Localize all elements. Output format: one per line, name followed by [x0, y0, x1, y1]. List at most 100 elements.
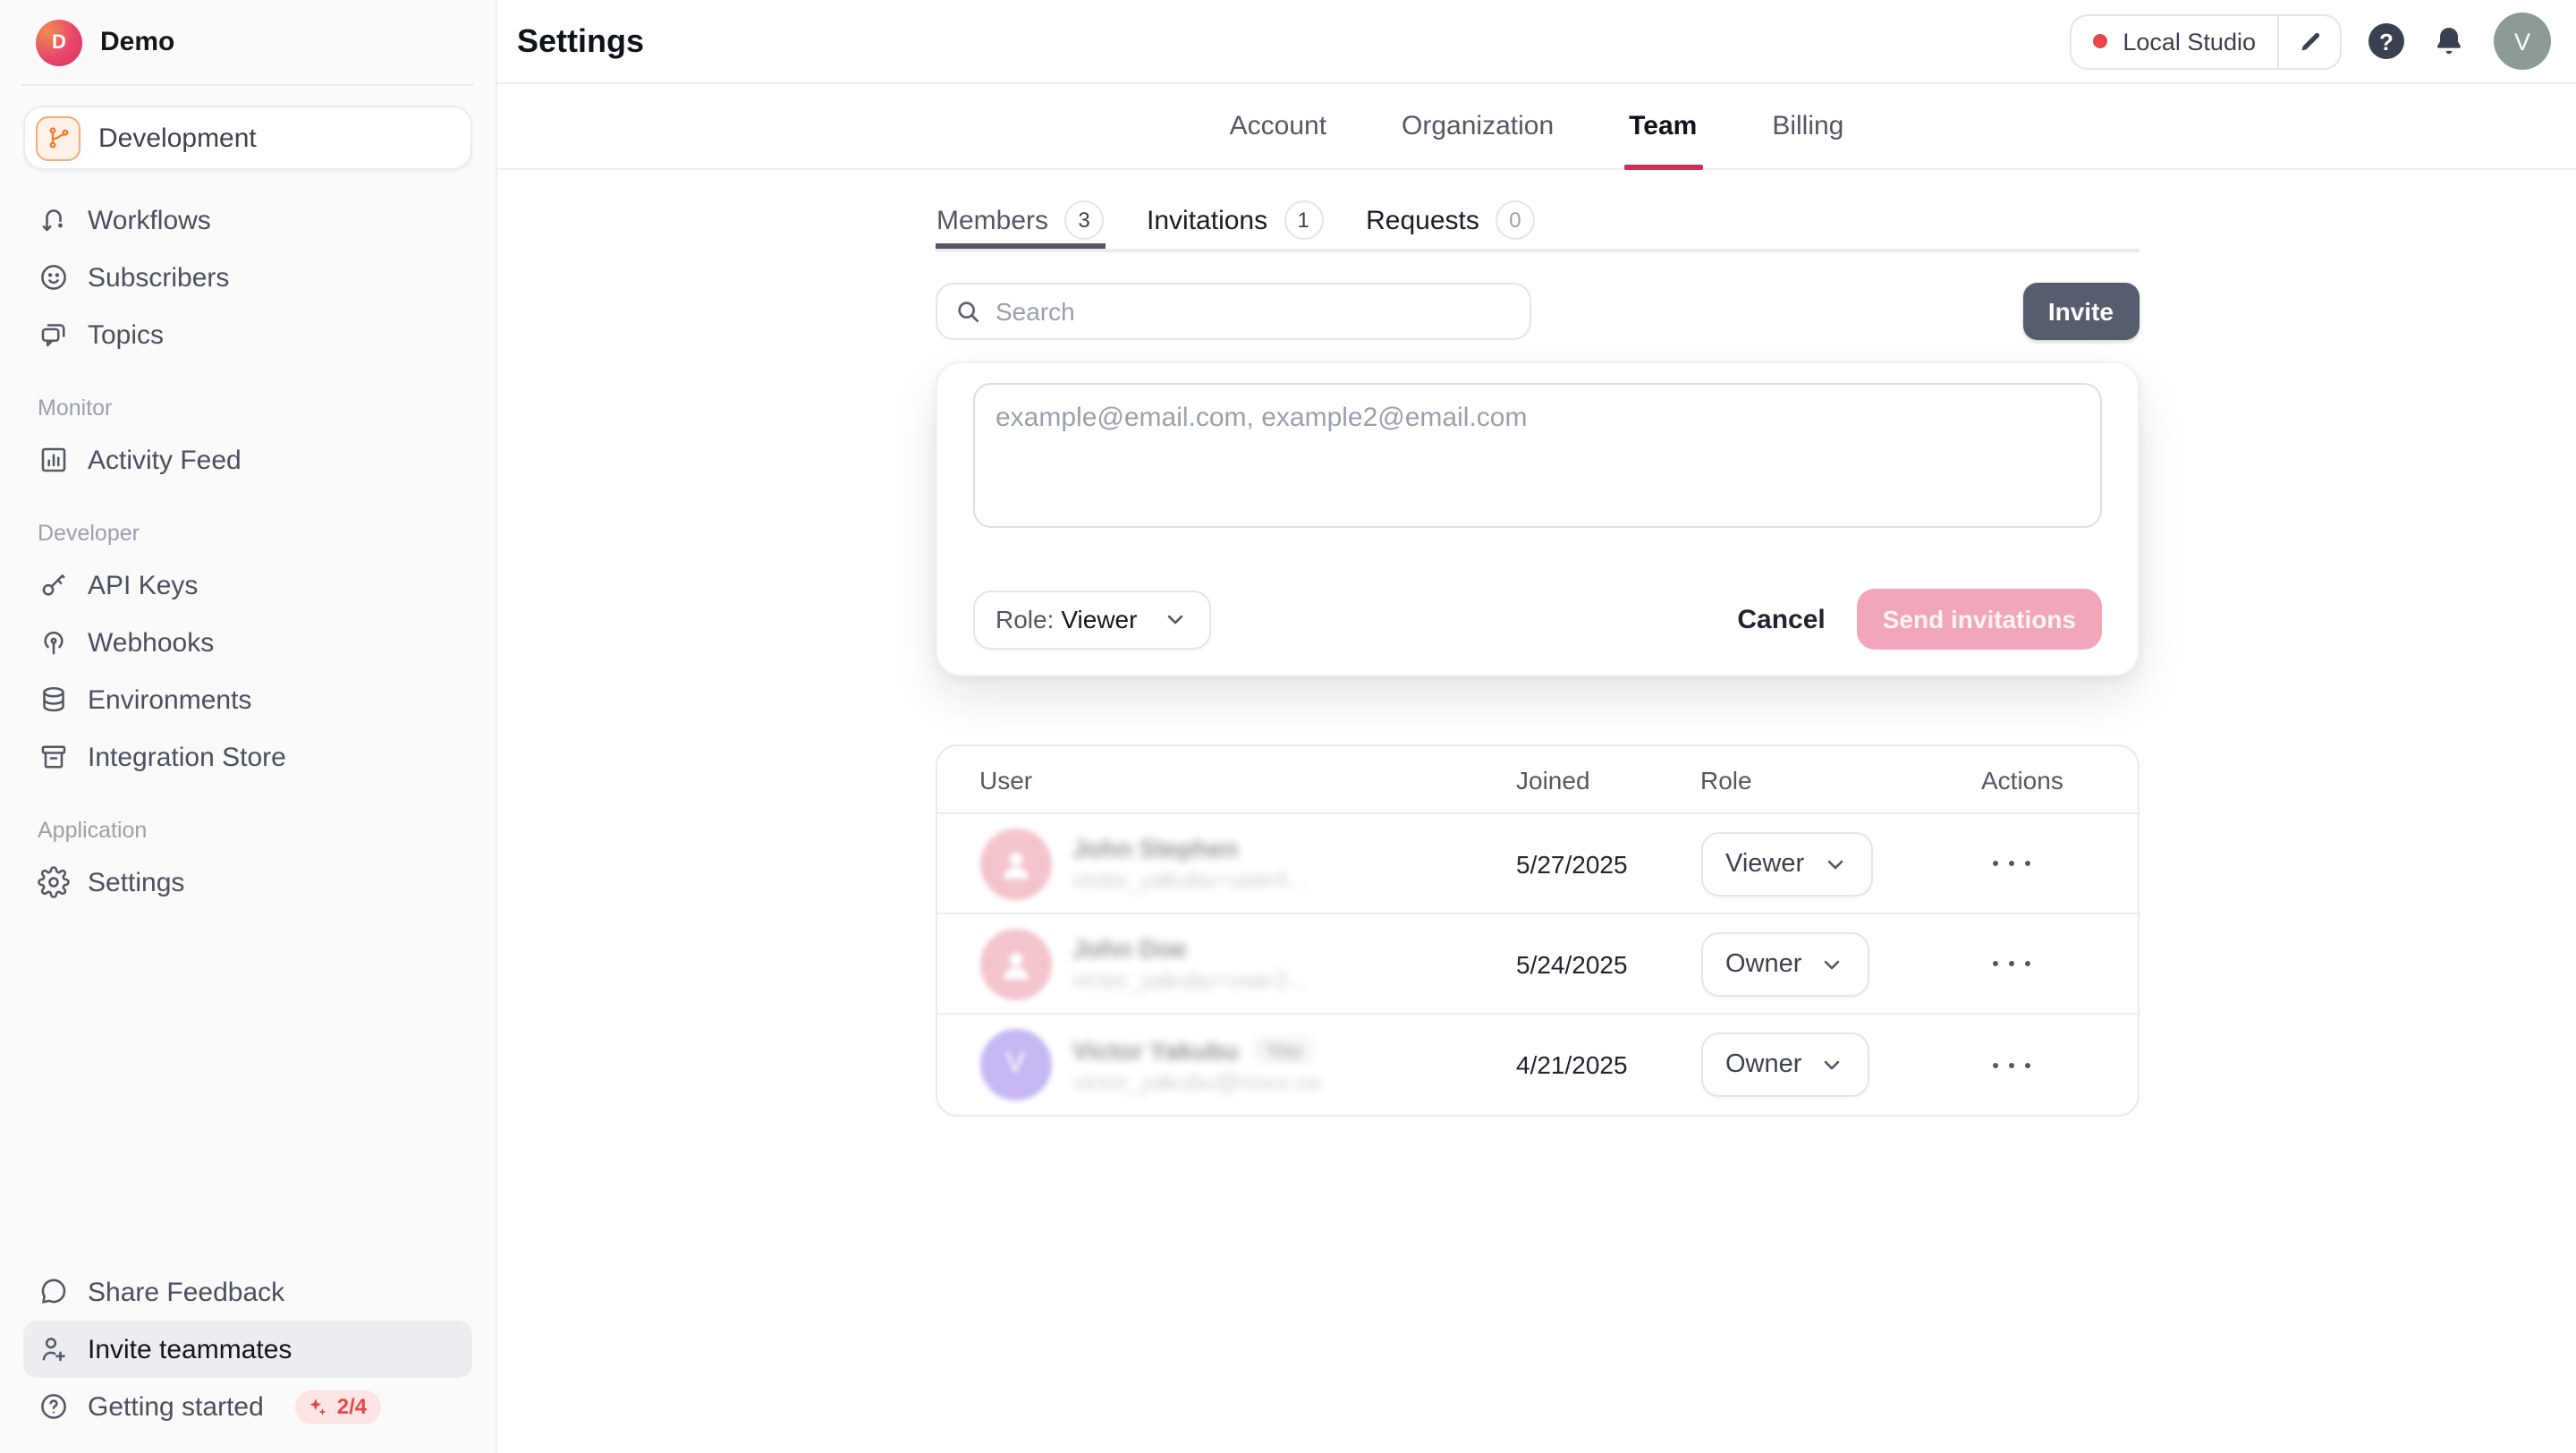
sidebar-item-invite-teammates[interactable]: Invite teammates	[23, 1321, 472, 1378]
status-dot	[2092, 34, 2106, 48]
member-avatar	[979, 828, 1051, 899]
sidebar-item-subscribers[interactable]: Subscribers	[23, 249, 472, 306]
actions-cell	[1981, 950, 2094, 977]
members-count-badge: 3	[1064, 200, 1104, 240]
environment-switcher[interactable]: Development	[23, 106, 472, 170]
tab-team[interactable]: Team	[1629, 84, 1697, 168]
chat-bubbles-icon	[38, 319, 70, 351]
settings-tabs: Account Organization Team Billing	[497, 84, 2576, 170]
org-switcher[interactable]: D Demo	[23, 0, 472, 84]
column-actions: Actions	[1981, 765, 2094, 794]
row-actions-button[interactable]	[1985, 850, 2037, 877]
chevron-down-icon	[1162, 607, 1187, 632]
local-studio-control: Local Studio	[2069, 13, 2342, 69]
joined-date: 5/24/2025	[1516, 949, 1700, 978]
sidebar-item-label: Activity Feed	[88, 445, 242, 475]
section-label-monitor: Monitor	[23, 392, 472, 424]
sidebar-item-topics[interactable]: Topics	[23, 306, 472, 363]
table-header: User Joined Role Actions	[936, 746, 2137, 814]
search-field	[935, 283, 1530, 340]
actions-cell	[1981, 850, 2094, 877]
local-studio-button[interactable]: Local Studio	[2071, 15, 2277, 67]
subtab-invitations[interactable]: Invitations 1	[1145, 191, 1325, 249]
edit-button[interactable]	[2279, 15, 2340, 67]
members-table: User Joined Role Actions	[935, 744, 2139, 1117]
sidebar-item-share-feedback[interactable]: Share Feedback	[23, 1263, 472, 1321]
tab-label: Organization	[1402, 111, 1554, 141]
sidebar-item-workflows[interactable]: Workflows	[23, 191, 472, 249]
subtab-members[interactable]: Members 3	[935, 191, 1106, 249]
invitations-count-badge: 1	[1284, 200, 1323, 240]
column-user: User	[979, 765, 1516, 794]
tab-billing[interactable]: Billing	[1772, 84, 1843, 168]
sidebar-item-api-keys[interactable]: API Keys	[23, 557, 472, 614]
invite-button[interactable]: Invite	[2023, 283, 2139, 340]
sidebar-item-environments[interactable]: Environments	[23, 671, 472, 728]
role-value: Viewer	[1061, 605, 1137, 633]
main-area: Settings Local Studio ?	[497, 0, 2576, 1453]
member-name: John Stephen	[1072, 834, 1238, 862]
send-invitations-button[interactable]: Send invitations	[1858, 589, 2101, 650]
sidebar-item-getting-started[interactable]: Getting started 2/4	[23, 1378, 472, 1435]
sidebar-item-settings[interactable]: Settings	[23, 854, 472, 911]
user-cell: John Doe victor_yakubu+user2...	[979, 928, 1516, 999]
chevron-down-icon	[1819, 951, 1844, 976]
subtab-requests[interactable]: Requests 0	[1364, 191, 1537, 249]
user-identity: John Doe victor_yakubu+user2...	[1072, 934, 1307, 993]
tab-organization[interactable]: Organization	[1402, 84, 1554, 168]
broadcast-icon	[38, 626, 70, 659]
table-row: V Victor Yakubu You victor_yakubu@novu.c…	[936, 1015, 2137, 1115]
member-email: victor_yakubu+user4...	[1072, 866, 1307, 893]
route-icon	[38, 204, 70, 236]
role-dropdown[interactable]: Role: Viewer	[972, 590, 1210, 649]
team-subtabs: Members 3 Invitations 1 Requests 0	[935, 191, 2139, 252]
person-icon	[996, 844, 1035, 883]
page-title: Settings	[517, 22, 644, 60]
section-label-developer: Developer	[23, 517, 472, 549]
sidebar-item-webhooks[interactable]: Webhooks	[23, 614, 472, 671]
app-window: D Demo Development Workflows	[0, 0, 2576, 1453]
sidebar-footer: Share Feedback Invite teammates Getting …	[23, 1263, 472, 1453]
sidebar-item-integration-store[interactable]: Integration Store	[23, 728, 472, 786]
row-actions-button[interactable]	[1985, 1051, 2037, 1078]
environment-label: Development	[98, 123, 257, 153]
actions-cell	[1981, 1051, 2094, 1078]
members-toolbar: Invite	[935, 283, 2139, 340]
user-identity: John Stephen victor_yakubu+user4...	[1072, 834, 1307, 893]
cancel-button[interactable]: Cancel	[1730, 604, 1832, 634]
invite-emails-input[interactable]	[972, 383, 2101, 528]
database-icon	[38, 684, 70, 716]
sidebar: D Demo Development Workflows	[0, 0, 497, 1453]
sidebar-nav-main: Workflows Subscribers Topics	[23, 191, 472, 363]
bar-chart-icon	[38, 444, 70, 476]
dots-icon	[1992, 1062, 1997, 1067]
member-avatar	[979, 928, 1051, 999]
local-studio-label: Local Studio	[2123, 28, 2256, 55]
sidebar-item-label: Workflows	[88, 205, 211, 235]
pencil-icon	[2296, 28, 2323, 55]
chevron-down-icon	[1819, 1052, 1844, 1077]
progress-count: 2/4	[337, 1394, 367, 1419]
notifications-button[interactable]	[2431, 23, 2467, 59]
tab-account[interactable]: Account	[1230, 84, 1326, 168]
member-role-dropdown[interactable]: Owner	[1700, 1032, 1869, 1097]
team-content: Members 3 Invitations 1 Requests 0	[935, 170, 2139, 1117]
avatar-initial: V	[2514, 28, 2530, 55]
member-role-dropdown[interactable]: Owner	[1700, 931, 1869, 996]
org-avatar: D	[36, 19, 82, 65]
sidebar-nav-monitor: Activity Feed	[23, 431, 472, 489]
sidebar-item-activity-feed[interactable]: Activity Feed	[23, 431, 472, 489]
sidebar-item-label: Topics	[88, 319, 164, 350]
person-icon	[996, 944, 1035, 983]
chat-bubble-icon	[38, 1276, 70, 1308]
user-avatar[interactable]: V	[2494, 13, 2551, 70]
invite-popover: Role: Viewer Cancel Send invitations	[935, 361, 2139, 676]
search-input[interactable]	[935, 283, 1530, 340]
help-button[interactable]: ?	[2368, 23, 2404, 59]
joined-date: 5/27/2025	[1516, 849, 1700, 878]
user-cell: John Stephen victor_yakubu+user4...	[979, 828, 1516, 899]
member-role-dropdown[interactable]: Viewer	[1700, 831, 1872, 896]
org-name: Demo	[100, 27, 174, 57]
member-name: Victor Yakubu	[1072, 1035, 1239, 1064]
row-actions-button[interactable]	[1985, 950, 2037, 977]
